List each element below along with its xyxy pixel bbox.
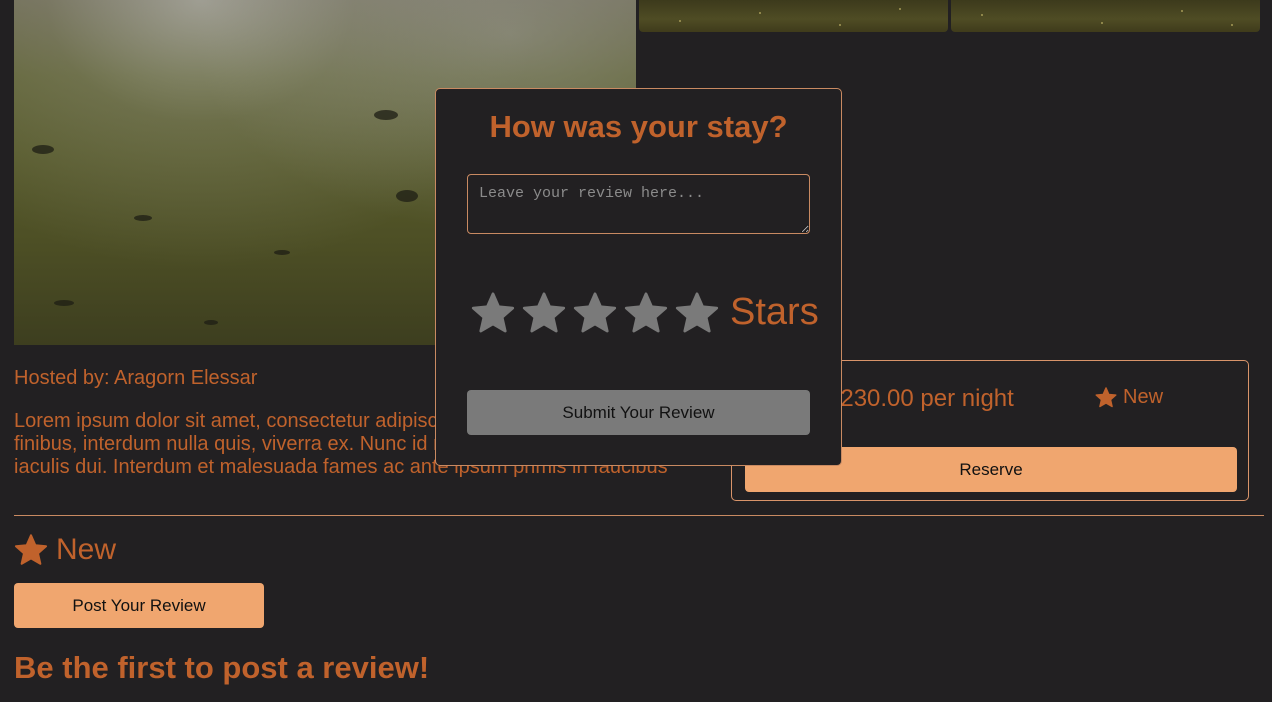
star-2-icon[interactable]: [518, 289, 569, 336]
submit-review-button[interactable]: Submit Your Review: [467, 390, 810, 435]
rating-text: New: [1123, 386, 1164, 408]
no-reviews-message: Be the first to post a review!: [14, 650, 430, 685]
star-1-icon[interactable]: [467, 289, 518, 336]
reviews-rating: New: [14, 533, 116, 567]
price-per-night: $230.00 per night: [827, 385, 1014, 412]
listing-thumbnail-photo: [639, 0, 948, 32]
review-textarea[interactable]: [467, 174, 810, 234]
review-modal: How was your stay? Stars Submit Your Rev…: [435, 88, 842, 466]
star-5-icon[interactable]: [671, 289, 722, 336]
host-name: Hosted by: Aragorn Elessar: [14, 367, 258, 389]
star-3-icon[interactable]: [569, 289, 620, 336]
listing-thumbnail-photo: [951, 0, 1260, 32]
rating-text: New: [56, 533, 117, 566]
star-icon: [14, 534, 48, 565]
star-icon: [1095, 387, 1117, 408]
star-4-icon[interactable]: [620, 289, 671, 336]
section-divider: [14, 515, 1264, 516]
star-rating-input: Stars: [467, 289, 819, 336]
modal-title: How was your stay?: [489, 109, 788, 144]
stars-label: Stars: [730, 291, 819, 333]
post-review-button[interactable]: Post Your Review: [14, 583, 264, 628]
listing-rating: New: [1095, 386, 1163, 409]
